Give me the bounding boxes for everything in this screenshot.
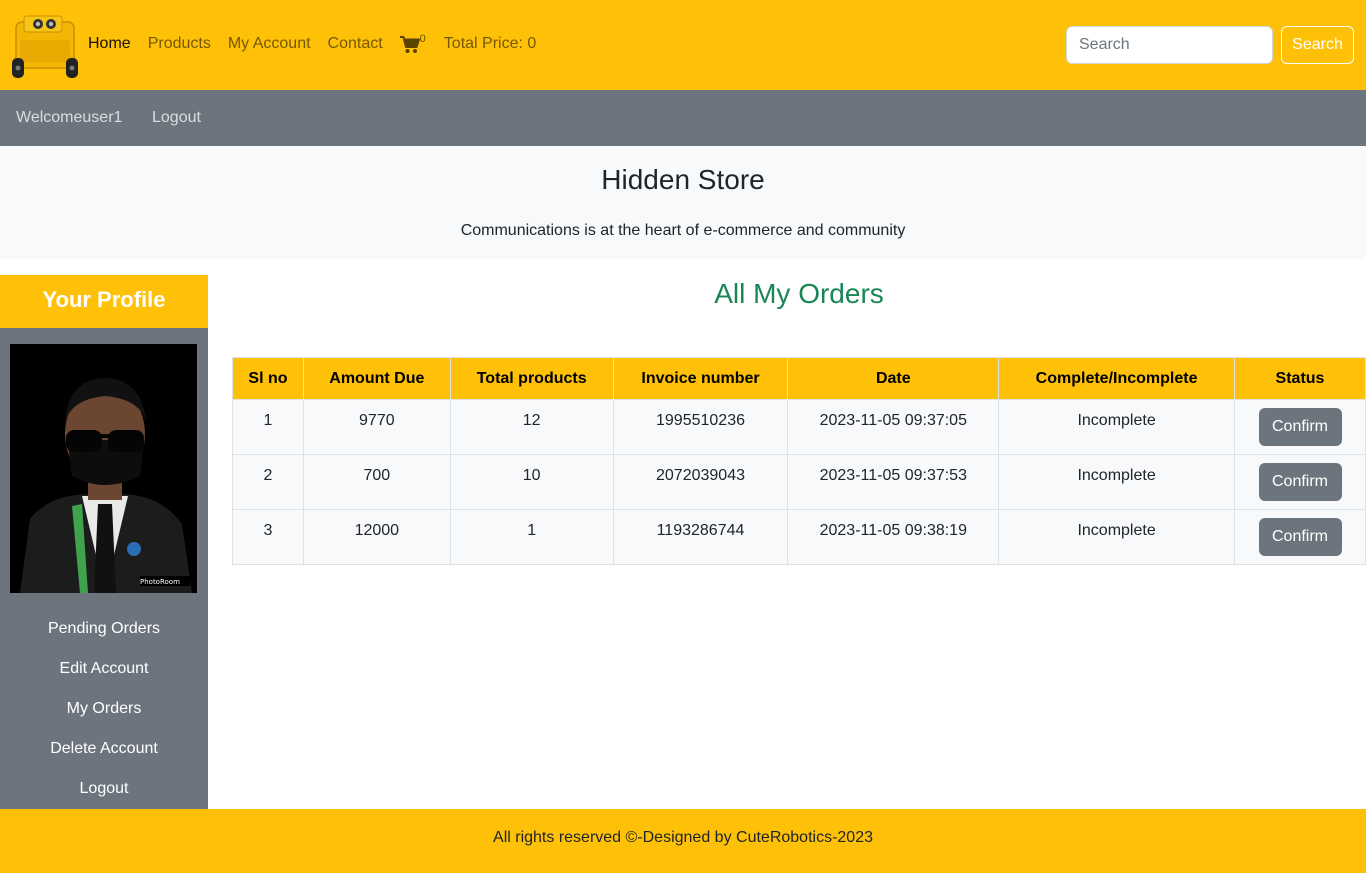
confirm-button[interactable]: Confirm bbox=[1258, 408, 1342, 446]
sl-cell: 2 bbox=[232, 454, 304, 510]
column-header: Sl no bbox=[232, 357, 304, 400]
orders-table: Sl no Amount Due Total products Invoice … bbox=[232, 357, 1366, 565]
top-navbar: Home Products My Account Contact 0 Total… bbox=[0, 0, 1366, 90]
search-input[interactable] bbox=[1066, 26, 1273, 64]
welcome-text: Welcomeuser1 bbox=[16, 109, 123, 126]
date-cell: 2023-11-05 09:37:53 bbox=[787, 454, 1000, 510]
column-header: Status bbox=[1234, 357, 1366, 400]
invoice-cell: 1995510236 bbox=[612, 399, 789, 455]
column-header: Invoice number bbox=[612, 357, 789, 400]
table-row: 1 9770 12 1995510236 2023-11-05 09:37:05… bbox=[232, 399, 1366, 455]
nav-my-account-link[interactable]: My Account bbox=[228, 35, 311, 53]
status-cell: Confirm bbox=[1234, 399, 1366, 455]
search-button[interactable]: Search bbox=[1281, 26, 1354, 64]
cart-count-badge: 0 bbox=[419, 33, 426, 45]
total-price-text: Total Price: 0 bbox=[443, 35, 537, 52]
cart-link[interactable]: 0 bbox=[399, 33, 426, 54]
state-cell: Incomplete bbox=[998, 399, 1236, 455]
status-cell: Confirm bbox=[1234, 454, 1366, 510]
main-nav: Home Products My Account Contact 0 Total… bbox=[88, 34, 553, 54]
cart-icon bbox=[399, 36, 420, 53]
nav-home-link[interactable]: Home bbox=[88, 35, 131, 53]
invoice-cell: 2072039043 bbox=[612, 454, 789, 510]
profile-photo: PhotoRoom bbox=[10, 344, 197, 593]
products-cell: 1 bbox=[449, 509, 614, 565]
table-header-row: Sl no Amount Due Total products Invoice … bbox=[232, 357, 1366, 400]
products-cell: 12 bbox=[449, 399, 614, 455]
sl-cell: 1 bbox=[232, 399, 304, 455]
amount-cell: 12000 bbox=[302, 509, 451, 565]
profile-sidebar: Your Profile PhotoRoom Pending Orders Ed… bbox=[0, 275, 208, 809]
table-row: 3 12000 1 1193286744 2023-11-05 09:38:19… bbox=[232, 509, 1366, 565]
products-cell: 10 bbox=[449, 454, 614, 510]
column-header: Complete/Incomplete bbox=[998, 357, 1236, 400]
sidebar-my-orders[interactable]: My Orders bbox=[0, 700, 208, 718]
date-cell: 2023-11-05 09:38:19 bbox=[787, 509, 1000, 565]
footer-text: All rights reserved ©-Designed by CuteRo… bbox=[493, 829, 873, 846]
sidebar-pending-orders[interactable]: Pending Orders bbox=[0, 620, 208, 638]
nav-contact-link[interactable]: Contact bbox=[328, 35, 383, 53]
robot-logo-icon[interactable] bbox=[10, 10, 82, 82]
state-cell: Incomplete bbox=[998, 454, 1236, 510]
status-cell: Confirm bbox=[1234, 509, 1366, 565]
store-banner: Hidden Store Communications is at the he… bbox=[0, 146, 1366, 259]
column-header: Date bbox=[787, 357, 1000, 400]
amount-cell: 9770 bbox=[302, 399, 451, 455]
footer: All rights reserved ©-Designed by CuteRo… bbox=[0, 809, 1366, 873]
state-cell: Incomplete bbox=[998, 509, 1236, 565]
svg-text:PhotoRoom: PhotoRoom bbox=[140, 578, 180, 586]
column-header: Total products bbox=[449, 357, 614, 400]
amount-cell: 700 bbox=[302, 454, 451, 510]
date-cell: 2023-11-05 09:37:05 bbox=[787, 399, 1000, 455]
confirm-button[interactable]: Confirm bbox=[1258, 463, 1342, 501]
nav-products-link[interactable]: Products bbox=[148, 35, 211, 53]
page-title: All My Orders bbox=[714, 278, 884, 309]
sidebar-edit-account[interactable]: Edit Account bbox=[0, 660, 208, 678]
table-row: 2 700 10 2072039043 2023-11-05 09:37:53 … bbox=[232, 454, 1366, 510]
logout-link[interactable]: Logout bbox=[152, 109, 201, 127]
store-tagline: Communications is at the heart of e-comm… bbox=[460, 222, 906, 239]
column-header: Amount Due bbox=[302, 357, 451, 400]
avatar: PhotoRoom bbox=[10, 344, 197, 593]
sidebar-delete-account[interactable]: Delete Account bbox=[0, 740, 208, 758]
user-bar: Welcomeuser1 Logout bbox=[0, 90, 1366, 146]
invoice-cell: 1193286744 bbox=[612, 509, 789, 565]
profile-heading: Your Profile bbox=[0, 275, 208, 328]
store-title: Hidden Store bbox=[601, 164, 765, 195]
sl-cell: 3 bbox=[232, 509, 304, 565]
sidebar-logout[interactable]: Logout bbox=[0, 780, 208, 798]
confirm-button[interactable]: Confirm bbox=[1258, 518, 1342, 556]
